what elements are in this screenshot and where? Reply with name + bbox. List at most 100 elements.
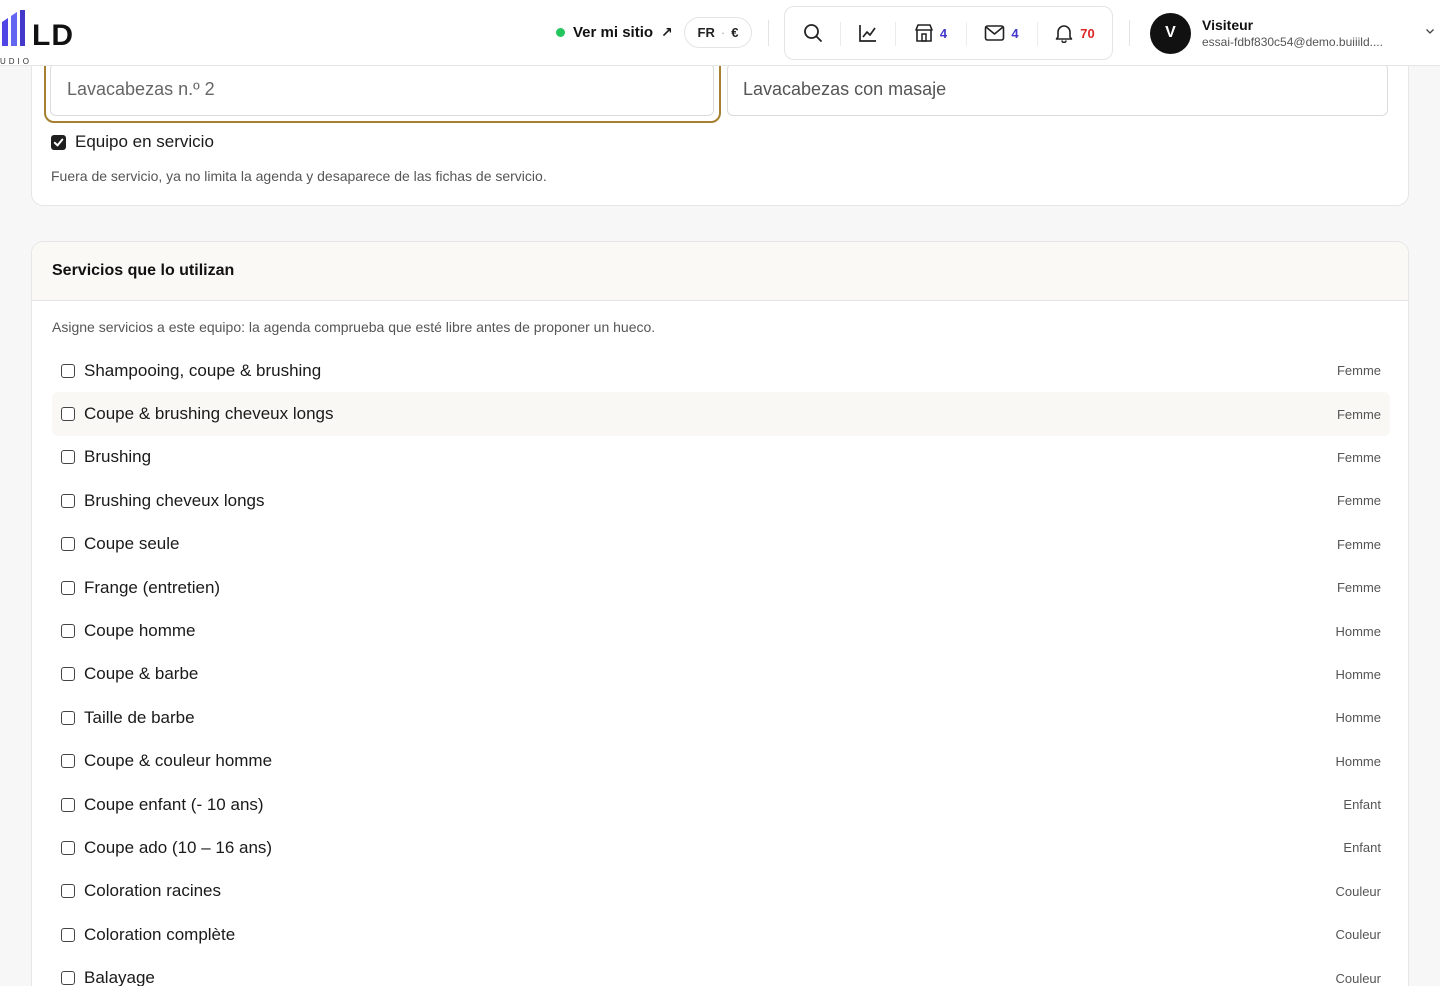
service-category: Femme <box>1336 536 1381 552</box>
online-status-dot <box>556 27 565 37</box>
brand-logo[interactable]: LD UDIO <box>0 10 100 66</box>
service-category: Enfant <box>1343 840 1381 856</box>
language-code: FR <box>697 25 715 40</box>
service-checkbox[interactable] <box>61 624 75 639</box>
user-name: Visiteur <box>1202 17 1254 33</box>
service-checkbox[interactable] <box>61 537 75 552</box>
service-name: Coupe & brushing cheveux longs <box>84 404 334 424</box>
store-icon <box>915 24 933 42</box>
service-name: Coloration racines <box>84 881 222 901</box>
service-category: Homme <box>1335 753 1381 769</box>
service-category: Femme <box>1336 493 1381 509</box>
avatar: V <box>1150 12 1191 54</box>
chevron-down-icon <box>1426 29 1434 34</box>
service-row[interactable]: Frange (entretien) Femme <box>52 566 1390 609</box>
service-row[interactable]: Taille de barbe Homme <box>52 696 1390 739</box>
services-card-title: Servicios que lo utilizan <box>52 262 235 279</box>
messages-count-badge: 4 <box>1011 25 1019 41</box>
service-row[interactable]: Coupe homme Homme <box>52 609 1390 652</box>
toolbar: 4 4 70 <box>784 6 1113 60</box>
service-row[interactable]: Brushing Femme <box>52 436 1390 479</box>
service-category: Homme <box>1335 666 1381 682</box>
logo-bars-icon <box>2 10 25 46</box>
service-checkbox[interactable] <box>61 450 75 465</box>
service-category: Femme <box>1336 406 1381 422</box>
service-name: Shampooing, coupe & brushing <box>84 360 322 380</box>
currency-symbol: € <box>731 25 739 40</box>
service-category: Couleur <box>1335 927 1381 943</box>
logo-subtext: UDIO <box>0 57 32 66</box>
service-checkbox[interactable] <box>61 754 75 769</box>
service-name: Coupe homme <box>84 621 196 641</box>
search-button[interactable] <box>785 7 840 59</box>
services-help-text: Asigne servicios a este equipo: la agend… <box>52 319 656 335</box>
service-category: Couleur <box>1335 883 1381 899</box>
service-checkbox[interactable] <box>61 797 75 812</box>
in-service-label: Equipo en servicio <box>75 132 214 151</box>
service-name: Coupe & barbe <box>84 664 199 684</box>
equipment-description-input[interactable] <box>727 63 1388 116</box>
service-category: Homme <box>1335 623 1381 639</box>
logo-text: LD <box>32 19 74 52</box>
service-row[interactable]: Coupe & brushing cheveux longs Femme <box>52 392 1390 436</box>
service-checkbox[interactable] <box>61 927 75 942</box>
service-row[interactable]: Coupe & couleur homme Homme <box>52 740 1390 783</box>
service-row[interactable]: Coupe & barbe Homme <box>52 653 1390 696</box>
service-checkbox[interactable] <box>61 667 75 682</box>
service-row[interactable]: Coloration complète Couleur <box>52 913 1390 956</box>
search-icon <box>803 24 822 42</box>
in-service-help-text: Fuera de servicio, ya no limita la agend… <box>51 168 547 184</box>
mail-icon <box>985 25 1005 41</box>
service-checkbox[interactable] <box>61 840 75 855</box>
service-row[interactable]: Shampooing, coupe & brushing Femme <box>52 349 1390 392</box>
service-name: Taille de barbe <box>84 707 195 727</box>
equipment-name-input[interactable] <box>50 63 714 116</box>
service-row[interactable]: Brushing cheveux longs Femme <box>52 479 1390 522</box>
service-name: Brushing <box>84 447 152 467</box>
service-name: Frange (entretien) <box>84 577 221 597</box>
service-checkbox[interactable] <box>61 884 75 899</box>
service-category: Homme <box>1335 710 1381 726</box>
service-checkbox[interactable] <box>61 407 75 422</box>
user-info: Visiteur essai-fdbf830c54@demo.buiiild..… <box>1202 17 1412 49</box>
service-category: Enfant <box>1343 797 1381 813</box>
notifications-count-badge: 70 <box>1080 25 1095 41</box>
visit-site-link[interactable]: Ver mi sitio ↗ <box>556 21 673 43</box>
service-name: Coupe seule <box>84 534 180 554</box>
lang-separator: · <box>720 25 726 40</box>
notifications-button[interactable]: 70 <box>1037 7 1112 59</box>
service-row[interactable]: Coupe enfant (- 10 ans) Enfant <box>52 783 1390 826</box>
store-button[interactable]: 4 <box>895 7 966 59</box>
divider <box>768 20 769 46</box>
service-name: Brushing cheveux longs <box>84 490 265 510</box>
store-count-badge: 4 <box>939 25 948 41</box>
service-category: Femme <box>1336 580 1381 596</box>
messages-button[interactable]: 4 <box>966 7 1037 59</box>
service-checkbox[interactable] <box>61 971 75 986</box>
service-row[interactable]: Balayage Couleur <box>52 956 1390 986</box>
service-row[interactable]: Coupe ado (10 – 16 ans) Enfant <box>52 826 1390 869</box>
service-row[interactable]: Coupe seule Femme <box>52 523 1390 566</box>
services-list: Shampooing, coupe & brushing Femme Coupe &… <box>52 349 1390 986</box>
service-category: Femme <box>1336 363 1381 379</box>
stats-button[interactable] <box>840 7 895 59</box>
bell-icon <box>1055 25 1073 43</box>
user-menu[interactable]: V Visiteur essai-fdbf830c54@demo.buiiild… <box>1150 12 1435 54</box>
divider <box>1129 20 1130 46</box>
service-row[interactable]: Coloration racines Couleur <box>52 870 1390 913</box>
service-checkbox[interactable] <box>61 363 75 378</box>
service-checkbox[interactable] <box>61 710 75 725</box>
service-checkbox[interactable] <box>61 493 75 508</box>
service-name: Coloration complète <box>84 924 236 944</box>
service-category: Femme <box>1336 449 1381 465</box>
check-icon <box>53 138 64 146</box>
in-service-toggle[interactable]: Equipo en servicio <box>51 132 214 152</box>
service-name: Coupe ado (10 – 16 ans) <box>84 837 273 857</box>
chart-line-icon <box>858 25 876 42</box>
in-service-checkbox[interactable] <box>51 134 66 150</box>
service-checkbox[interactable] <box>61 580 75 595</box>
top-bar: LD UDIO Ver mi sitio ↗ FR · € 4 4 70 V V… <box>0 0 1440 66</box>
user-email: essai-fdbf830c54@demo.buiiild.... <box>1202 35 1383 49</box>
services-card-header: Servicios que lo utilizan <box>32 242 1408 301</box>
language-currency-selector[interactable]: FR · € <box>684 17 752 48</box>
